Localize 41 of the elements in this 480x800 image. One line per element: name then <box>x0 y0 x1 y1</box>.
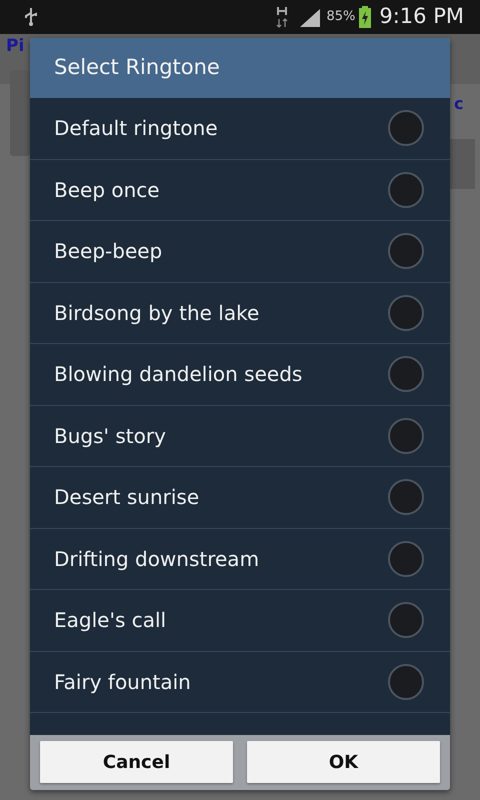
ringtone-name: Default ringtone <box>54 115 218 142</box>
battery-percentage: 85% <box>326 8 356 26</box>
ringtone-name: Birdsong by the lake <box>54 300 260 327</box>
dialog-title: Select Ringtone <box>30 38 450 98</box>
ringtone-name: Desert sunrise <box>54 484 200 512</box>
ringtone-option[interactable]: Birdsong by the lake <box>30 282 450 344</box>
ringtone-name: Eagle's call <box>54 607 166 634</box>
radio-button[interactable] <box>388 294 424 331</box>
ringtone-option[interactable]: Drifting downstream <box>30 528 450 590</box>
radio-button[interactable] <box>388 233 424 270</box>
radio-button[interactable] <box>388 356 424 392</box>
battery-charging-icon <box>359 6 372 28</box>
radio-button[interactable] <box>388 540 424 577</box>
app-title: Pi <box>5 35 26 58</box>
radio-button[interactable] <box>388 418 424 454</box>
data-arrows-icon <box>276 5 288 29</box>
cancel-button[interactable]: Cancel <box>40 741 233 783</box>
radio-button[interactable] <box>388 479 424 516</box>
usb-icon <box>24 7 38 27</box>
ringtone-option[interactable]: Bugs' story <box>30 406 450 467</box>
radio-button[interactable] <box>388 172 424 208</box>
ringtone-name: Beep once <box>54 176 160 204</box>
radio-button[interactable] <box>388 110 424 146</box>
radio-button[interactable] <box>388 602 424 638</box>
clock: 9:16 PM <box>379 3 464 30</box>
ringtone-name: Beep-beep <box>54 238 162 266</box>
ringtone-option[interactable]: Beep once <box>30 160 450 221</box>
ringtone-name: Fairy fountain <box>54 668 191 696</box>
ok-button[interactable]: OK <box>247 741 440 783</box>
ringtone-option[interactable]: Eagle's call <box>30 590 450 652</box>
ringtone-name: Bugs' story <box>54 422 166 450</box>
ringtone-option[interactable]: Blowing dandelion seeds <box>30 344 450 406</box>
signal-icon <box>300 7 322 27</box>
ringtone-name: Blowing dandelion seeds <box>54 361 302 388</box>
ringtone-name: Drifting downstream <box>54 546 260 573</box>
radio-button[interactable] <box>388 664 424 700</box>
ringtone-option[interactable]: Beep-beep <box>30 221 450 282</box>
ringtone-option[interactable]: Default ringtone <box>30 98 450 160</box>
background-text: c <box>454 93 464 115</box>
ringtone-option[interactable]: Fairy fountain <box>30 652 450 713</box>
ringtone-option[interactable]: Desert sunrise <box>30 467 450 528</box>
